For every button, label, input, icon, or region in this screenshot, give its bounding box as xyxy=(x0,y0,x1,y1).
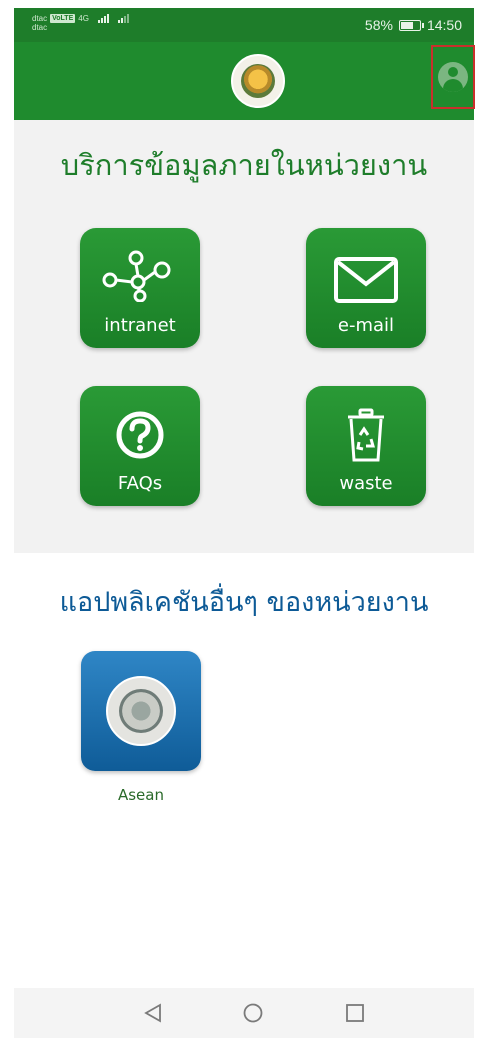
asean-seal-icon xyxy=(106,676,176,746)
carrier-primary: dtac xyxy=(32,13,48,23)
envelope-icon xyxy=(334,257,398,303)
home-circle-icon[interactable] xyxy=(242,1002,264,1024)
carrier-info: dtac VoLTE 4G dtac xyxy=(32,13,129,32)
faqs-label: FAQs xyxy=(117,473,163,494)
waste-tile[interactable]: waste xyxy=(306,386,426,506)
profile-button[interactable] xyxy=(431,45,475,109)
email-label: e-mail xyxy=(337,315,395,336)
system-nav-bar xyxy=(14,988,474,1038)
question-circle-icon xyxy=(116,411,164,459)
carrier-secondary: dtac xyxy=(32,23,48,32)
other-apps-title: แอปพลิเคชันอื่นๆ ของหน่วยงาน xyxy=(59,587,429,618)
network-type: 4G xyxy=(78,13,89,23)
app-bar xyxy=(14,42,475,120)
signal-strength-icon-2 xyxy=(117,13,129,23)
battery-percent: 58% xyxy=(364,17,393,33)
intranet-tile[interactable]: intranet xyxy=(80,228,200,348)
department-logo-icon xyxy=(231,54,285,108)
asean-app-tile[interactable] xyxy=(81,651,201,771)
back-triangle-icon[interactable] xyxy=(142,1002,164,1024)
volte-badge: VoLTE xyxy=(50,13,76,23)
asean-app-label: Asean xyxy=(117,786,164,804)
battery-icon xyxy=(398,19,424,31)
user-profile-icon xyxy=(438,62,468,92)
network-nodes-icon xyxy=(102,250,171,302)
recent-apps-square-icon[interactable] xyxy=(344,1002,366,1024)
recycle-bin-icon xyxy=(348,408,384,462)
faqs-tile[interactable]: FAQs xyxy=(80,386,200,506)
internal-services-title: บริการข้อมูลภายในหน่วยงาน xyxy=(60,148,428,182)
waste-label: waste xyxy=(339,473,393,494)
signal-strength-icon xyxy=(97,13,109,23)
internal-services-section: บริการข้อมูลภายในหน่วยงาน intranet e-mai… xyxy=(14,120,474,553)
intranet-label: intranet xyxy=(104,315,176,336)
clock: 14:50 xyxy=(426,17,462,33)
status-bar: dtac VoLTE 4G dtac 58% 14:50 xyxy=(14,8,474,42)
email-tile[interactable]: e-mail xyxy=(306,228,426,348)
